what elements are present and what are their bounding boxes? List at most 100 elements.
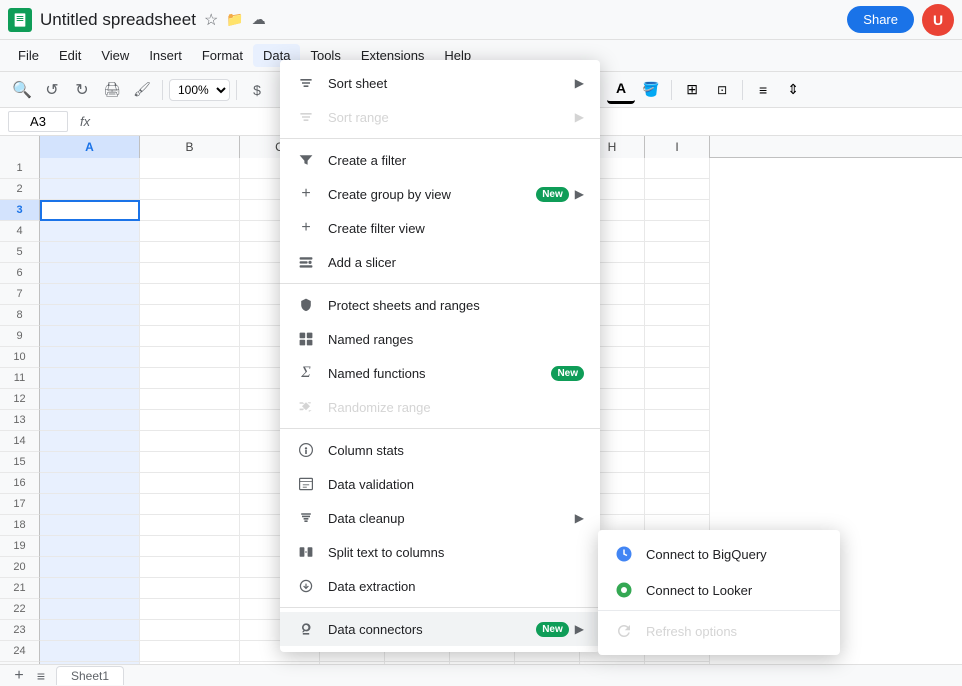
menu-option-create-filter[interactable]: Create a filter	[280, 143, 600, 177]
table-cell[interactable]	[140, 368, 240, 389]
menu-option-data-extraction[interactable]: Data extraction	[280, 569, 600, 603]
data-connectors-submenu[interactable]: Connect to BigQuery Connect to Looker Re…	[598, 530, 840, 655]
table-cell[interactable]	[645, 452, 710, 473]
table-cell[interactable]	[140, 347, 240, 368]
undo-button[interactable]: ↺	[38, 76, 66, 104]
table-cell[interactable]	[40, 200, 140, 221]
table-cell[interactable]	[40, 536, 140, 557]
row-number[interactable]: 14	[0, 431, 40, 452]
table-cell[interactable]	[40, 452, 140, 473]
menu-option-named-ranges[interactable]: Named ranges	[280, 322, 600, 356]
table-cell[interactable]	[140, 305, 240, 326]
menu-option-data-validation[interactable]: Data validation	[280, 467, 600, 501]
table-cell[interactable]	[40, 221, 140, 242]
row-number[interactable]: 10	[0, 347, 40, 368]
print-button[interactable]: 🖨	[98, 76, 126, 104]
table-cell[interactable]	[140, 641, 240, 662]
table-cell[interactable]	[40, 326, 140, 347]
table-cell[interactable]	[140, 179, 240, 200]
table-cell[interactable]	[140, 431, 240, 452]
row-number[interactable]: 22	[0, 599, 40, 620]
menu-file[interactable]: File	[8, 44, 49, 67]
menu-option-create-filter-view[interactable]: + Create filter view	[280, 211, 600, 245]
table-cell[interactable]	[645, 473, 710, 494]
sheet-tab-sheet1[interactable]: Sheet1	[56, 666, 124, 685]
menu-option-data-connectors[interactable]: Data connectors New ▶	[280, 612, 600, 646]
row-number[interactable]: 23	[0, 620, 40, 641]
sheets-menu-button[interactable]: ≡	[30, 667, 52, 685]
col-header-b[interactable]: B	[140, 136, 240, 158]
table-cell[interactable]	[645, 494, 710, 515]
row-number[interactable]: 16	[0, 473, 40, 494]
row-number[interactable]: 21	[0, 578, 40, 599]
text-color-button[interactable]: A	[607, 76, 635, 104]
row-number[interactable]: 18	[0, 515, 40, 536]
zoom-select[interactable]: 100%	[169, 79, 230, 101]
row-number[interactable]: 17	[0, 494, 40, 515]
table-cell[interactable]	[645, 305, 710, 326]
table-cell[interactable]	[140, 200, 240, 221]
table-cell[interactable]	[645, 158, 710, 179]
align-button[interactable]: ≡	[749, 76, 777, 104]
table-cell[interactable]	[40, 284, 140, 305]
table-cell[interactable]	[140, 326, 240, 347]
menu-view[interactable]: View	[91, 44, 139, 67]
search-button[interactable]: 🔍	[8, 76, 36, 104]
menu-option-add-slicer[interactable]: Add a slicer	[280, 245, 600, 279]
table-cell[interactable]	[140, 284, 240, 305]
menu-option-sort-range[interactable]: Sort range ▶	[280, 100, 600, 134]
table-cell[interactable]	[40, 179, 140, 200]
table-cell[interactable]	[140, 557, 240, 578]
row-number[interactable]: 1	[0, 158, 40, 179]
table-cell[interactable]	[645, 221, 710, 242]
table-cell[interactable]	[140, 536, 240, 557]
table-cell[interactable]	[40, 389, 140, 410]
fill-color-button[interactable]: 🪣	[637, 76, 665, 104]
row-number[interactable]: 6	[0, 263, 40, 284]
table-cell[interactable]	[40, 368, 140, 389]
table-cell[interactable]	[140, 494, 240, 515]
row-number[interactable]: 5	[0, 242, 40, 263]
table-cell[interactable]	[40, 515, 140, 536]
row-number[interactable]: 9	[0, 326, 40, 347]
row-number[interactable]: 8	[0, 305, 40, 326]
table-cell[interactable]	[140, 620, 240, 641]
table-cell[interactable]	[40, 473, 140, 494]
table-cell[interactable]	[40, 578, 140, 599]
row-number[interactable]: 2	[0, 179, 40, 200]
table-cell[interactable]	[645, 242, 710, 263]
table-cell[interactable]	[140, 515, 240, 536]
table-cell[interactable]	[645, 410, 710, 431]
table-cell[interactable]	[40, 263, 140, 284]
table-cell[interactable]	[40, 641, 140, 662]
table-cell[interactable]	[40, 305, 140, 326]
table-cell[interactable]	[645, 179, 710, 200]
star-icon[interactable]: ☆	[204, 10, 218, 30]
data-dropdown-menu[interactable]: Sort sheet ▶ Sort range ▶ Create a filte…	[280, 60, 600, 652]
table-cell[interactable]	[645, 431, 710, 452]
table-cell[interactable]	[645, 200, 710, 221]
table-cell[interactable]	[40, 557, 140, 578]
table-cell[interactable]	[140, 410, 240, 431]
submenu-refresh-options[interactable]: Refresh options	[598, 613, 840, 649]
user-avatar[interactable]: U	[922, 4, 954, 36]
row-number[interactable]: 24	[0, 641, 40, 662]
borders-button[interactable]: ⊞	[678, 76, 706, 104]
redo-button[interactable]: ↻	[68, 76, 96, 104]
table-cell[interactable]	[645, 284, 710, 305]
table-cell[interactable]	[40, 599, 140, 620]
paint-format-button[interactable]: 🖌	[128, 76, 156, 104]
table-cell[interactable]	[140, 221, 240, 242]
menu-option-split-text[interactable]: Split text to columns	[280, 535, 600, 569]
table-cell[interactable]	[645, 326, 710, 347]
valign-button[interactable]: ⇕	[779, 76, 807, 104]
row-number[interactable]: 3	[0, 200, 40, 221]
currency-button[interactable]: $	[243, 76, 271, 104]
table-cell[interactable]	[40, 620, 140, 641]
row-number[interactable]: 20	[0, 557, 40, 578]
menu-option-column-stats[interactable]: Column stats	[280, 433, 600, 467]
table-cell[interactable]	[645, 263, 710, 284]
table-cell[interactable]	[140, 578, 240, 599]
share-button[interactable]: Share	[847, 6, 914, 33]
submenu-connect-bigquery[interactable]: Connect to BigQuery	[598, 536, 840, 572]
